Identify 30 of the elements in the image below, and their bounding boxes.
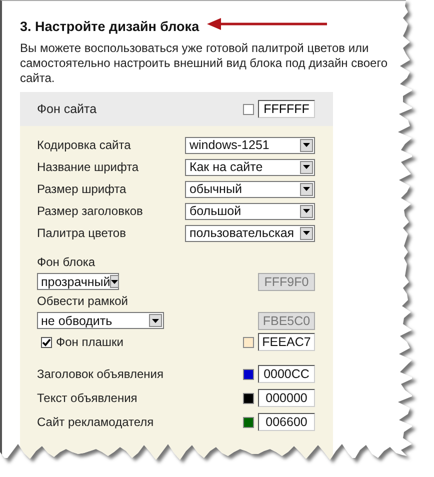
color-code-field[interactable]: FEEAC7: [258, 333, 315, 351]
field-label: Заголовок объявления: [37, 367, 165, 381]
dropdown[interactable]: Как на сайте: [185, 158, 315, 176]
color-code-field[interactable]: FFFFFF: [258, 100, 315, 118]
field-label: Текст объявления: [37, 391, 138, 405]
checkbox[interactable]: [41, 336, 52, 348]
dropdown[interactable]: большой: [185, 202, 315, 220]
dropdown[interactable]: пользовательская: [185, 224, 315, 242]
dropdown[interactable]: обычный: [185, 180, 315, 198]
field-label: Фон блока: [37, 255, 96, 269]
field-label: Фон сайта: [37, 102, 97, 116]
field-label: Палитра цветов: [37, 226, 127, 240]
color-code-field[interactable]: 000000: [258, 389, 315, 407]
color-code-field[interactable]: 006600: [258, 413, 315, 431]
checkbox-label: Фон плашки: [56, 335, 125, 349]
field-label: Размер заголовков: [37, 204, 144, 218]
color-code-field[interactable]: 0000CC: [258, 365, 315, 383]
description-text: Вы можете воспользоваться уже готовой палитрой цветов или самостоятельно настроить внешний вид блока под дизайн своего сайта.: [20, 41, 388, 86]
color-swatch[interactable]: [243, 416, 254, 428]
field-label: Кодировка сайта: [37, 138, 132, 152]
field-label: Размер шрифта: [37, 182, 128, 196]
color-swatch[interactable]: [243, 336, 254, 348]
field-label: Обвести рамкой: [37, 294, 130, 308]
color-swatch[interactable]: [243, 104, 254, 114]
field-label: Название шрифта: [37, 160, 140, 174]
dropdown[interactable]: windows-1251: [185, 136, 315, 154]
color-swatch[interactable]: [243, 392, 254, 404]
field-label: Сайт рекламодателя: [37, 415, 155, 429]
color-swatch[interactable]: [243, 368, 254, 380]
section-title: 3. Настройте дизайн блока: [20, 18, 200, 34]
